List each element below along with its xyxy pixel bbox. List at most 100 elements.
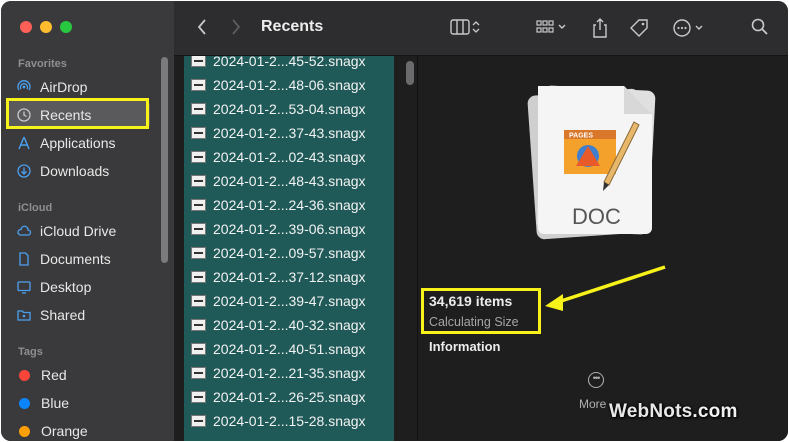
more-button[interactable]: More (579, 397, 606, 411)
snagx-file-icon (191, 343, 206, 355)
snagx-file-icon (191, 175, 206, 187)
file-name: 2024-01-2...02-43.snagx (213, 149, 366, 165)
file-row[interactable]: 2024-01-2...45-52.snagx (184, 56, 394, 73)
ellipsis-circle-icon (671, 17, 693, 44)
window-title: Recents (261, 18, 324, 35)
airdrop-icon (16, 79, 32, 95)
sidebar-tag-red[interactable]: Red (7, 361, 150, 389)
desktop-icon (16, 279, 32, 295)
file-row[interactable]: 2024-01-2...37-12.snagx (184, 265, 394, 289)
zoom-window-button[interactable] (60, 21, 72, 33)
pages-doc-icon: PAGES DOC (527, 85, 656, 240)
ellipsis-circle-icon[interactable]: ••• (588, 372, 604, 388)
tag-button[interactable] (628, 17, 650, 44)
file-name: 2024-01-2...15-28.snagx (213, 413, 366, 429)
file-name: 2024-01-2...39-47.snagx (213, 293, 366, 309)
search-icon (750, 17, 770, 42)
file-list-scrollbar[interactable] (406, 61, 414, 85)
snagx-file-icon (191, 295, 206, 307)
sidebar-item-icloud-drive[interactable]: iCloud Drive (7, 217, 150, 245)
cloud-icon (16, 223, 32, 239)
applications-icon (16, 135, 32, 151)
file-row[interactable]: 2024-01-2...39-47.snagx (184, 289, 394, 313)
file-name: 2024-01-2...37-12.snagx (213, 269, 366, 285)
file-name: 2024-01-2...24-36.snagx (213, 197, 366, 213)
file-row[interactable]: 2024-01-2...37-43.snagx (184, 121, 394, 145)
view-options-button[interactable] (449, 17, 481, 42)
sidebar-item-label: AirDrop (40, 79, 88, 95)
sidebar-section-favorites: Favorites (18, 58, 67, 70)
more-actions-button[interactable] (671, 17, 705, 44)
chevron-right-icon (230, 17, 242, 42)
search-button[interactable] (750, 17, 770, 42)
file-row[interactable]: 2024-01-2...26-25.snagx (184, 385, 394, 409)
doc-type-label: DOC (572, 204, 621, 229)
share-button[interactable] (591, 17, 609, 44)
file-name: 2024-01-2...48-43.snagx (213, 173, 366, 189)
sidebar-item-label: Desktop (40, 279, 92, 295)
file-row[interactable]: 2024-01-2...40-32.snagx (184, 313, 394, 337)
chevron-down-icon (693, 18, 705, 43)
file-row[interactable]: 2024-01-2...21-35.snagx (184, 361, 394, 385)
file-row[interactable]: 2024-01-2...53-04.snagx (184, 97, 394, 121)
sidebar-item-label: Applications (40, 135, 116, 151)
file-name: 2024-01-2...09-57.snagx (213, 245, 366, 261)
file-name: 2024-01-2...40-32.snagx (213, 317, 366, 333)
file-name: 2024-01-2...26-25.snagx (213, 389, 366, 405)
sidebar-tag-blue[interactable]: Blue (7, 389, 150, 417)
file-row[interactable]: 2024-01-2...24-36.snagx (184, 193, 394, 217)
grid-group-icon (534, 17, 556, 42)
orange-tag-icon (19, 425, 30, 437)
file-row[interactable]: 2024-01-2...48-43.snagx (184, 169, 394, 193)
close-window-button[interactable] (20, 21, 32, 33)
file-row[interactable]: 2024-01-2...09-57.snagx (184, 241, 394, 265)
back-button[interactable] (196, 17, 208, 42)
sidebar-item-applications[interactable]: Applications (7, 129, 150, 157)
sidebar-tag-orange[interactable]: Orange (7, 417, 150, 441)
document-icon (16, 251, 32, 267)
file-name: 2024-01-2...53-04.snagx (213, 101, 366, 117)
information-heading: Information (429, 339, 501, 354)
recents-highlight-box (6, 98, 149, 129)
item-count: 34,619 items (429, 293, 513, 309)
sidebar-item-desktop[interactable]: Desktop (7, 273, 150, 301)
snagx-file-icon (191, 391, 206, 403)
sidebar-item-label: Downloads (40, 163, 110, 179)
column-view-icon (449, 17, 471, 42)
file-row[interactable]: 2024-01-2...15-28.snagx (184, 409, 394, 433)
sidebar-item-shared[interactable]: Shared (7, 301, 150, 329)
tag-icon (628, 17, 650, 44)
sidebar-item-airdrop[interactable]: AirDrop (7, 73, 150, 101)
sidebar-section-tags: Tags (18, 346, 43, 358)
sidebar-item-label: Orange (41, 423, 88, 439)
group-button[interactable] (534, 17, 568, 42)
download-icon (16, 163, 32, 179)
chevron-down-icon (556, 17, 568, 42)
file-row[interactable]: 2024-01-2...40-51.snagx (184, 337, 394, 361)
forward-button[interactable] (230, 17, 242, 42)
file-name: 2024-01-2...48-06.snagx (213, 77, 366, 93)
file-row[interactable]: 2024-01-2...48-06.snagx (184, 73, 394, 97)
webnots-watermark: WebNots.com (609, 401, 738, 423)
minimize-window-button[interactable] (40, 21, 52, 33)
sidebar-item-label: iCloud Drive (40, 223, 117, 239)
file-name: 2024-01-2...45-52.snagx (213, 56, 366, 69)
snagx-file-icon (191, 223, 206, 235)
file-name: 2024-01-2...40-51.snagx (213, 341, 366, 357)
file-row[interactable]: 2024-01-2...39-06.snagx (184, 217, 394, 241)
sidebar-item-documents[interactable]: Documents (7, 245, 150, 273)
file-name: 2024-01-2...37-43.snagx (213, 125, 366, 141)
chevron-updown-icon (471, 17, 481, 42)
sidebar-scrollbar[interactable] (161, 57, 168, 263)
snagx-file-icon (191, 199, 206, 211)
sidebar-item-label: Blue (41, 395, 70, 411)
size-status: Calculating Size (429, 315, 519, 329)
snagx-file-icon (191, 127, 206, 139)
sidebar-item-downloads[interactable]: Downloads (7, 157, 150, 185)
snagx-file-icon (191, 79, 206, 91)
sidebar-section-icloud: iCloud (18, 202, 53, 214)
file-row[interactable]: 2024-01-2...02-43.snagx (184, 145, 394, 169)
file-list[interactable]: 2024-01-2...45-52.snagx 2024-01-2...48-0… (184, 56, 394, 441)
snagx-file-icon (191, 415, 206, 427)
file-name: 2024-01-2...39-06.snagx (213, 221, 366, 237)
